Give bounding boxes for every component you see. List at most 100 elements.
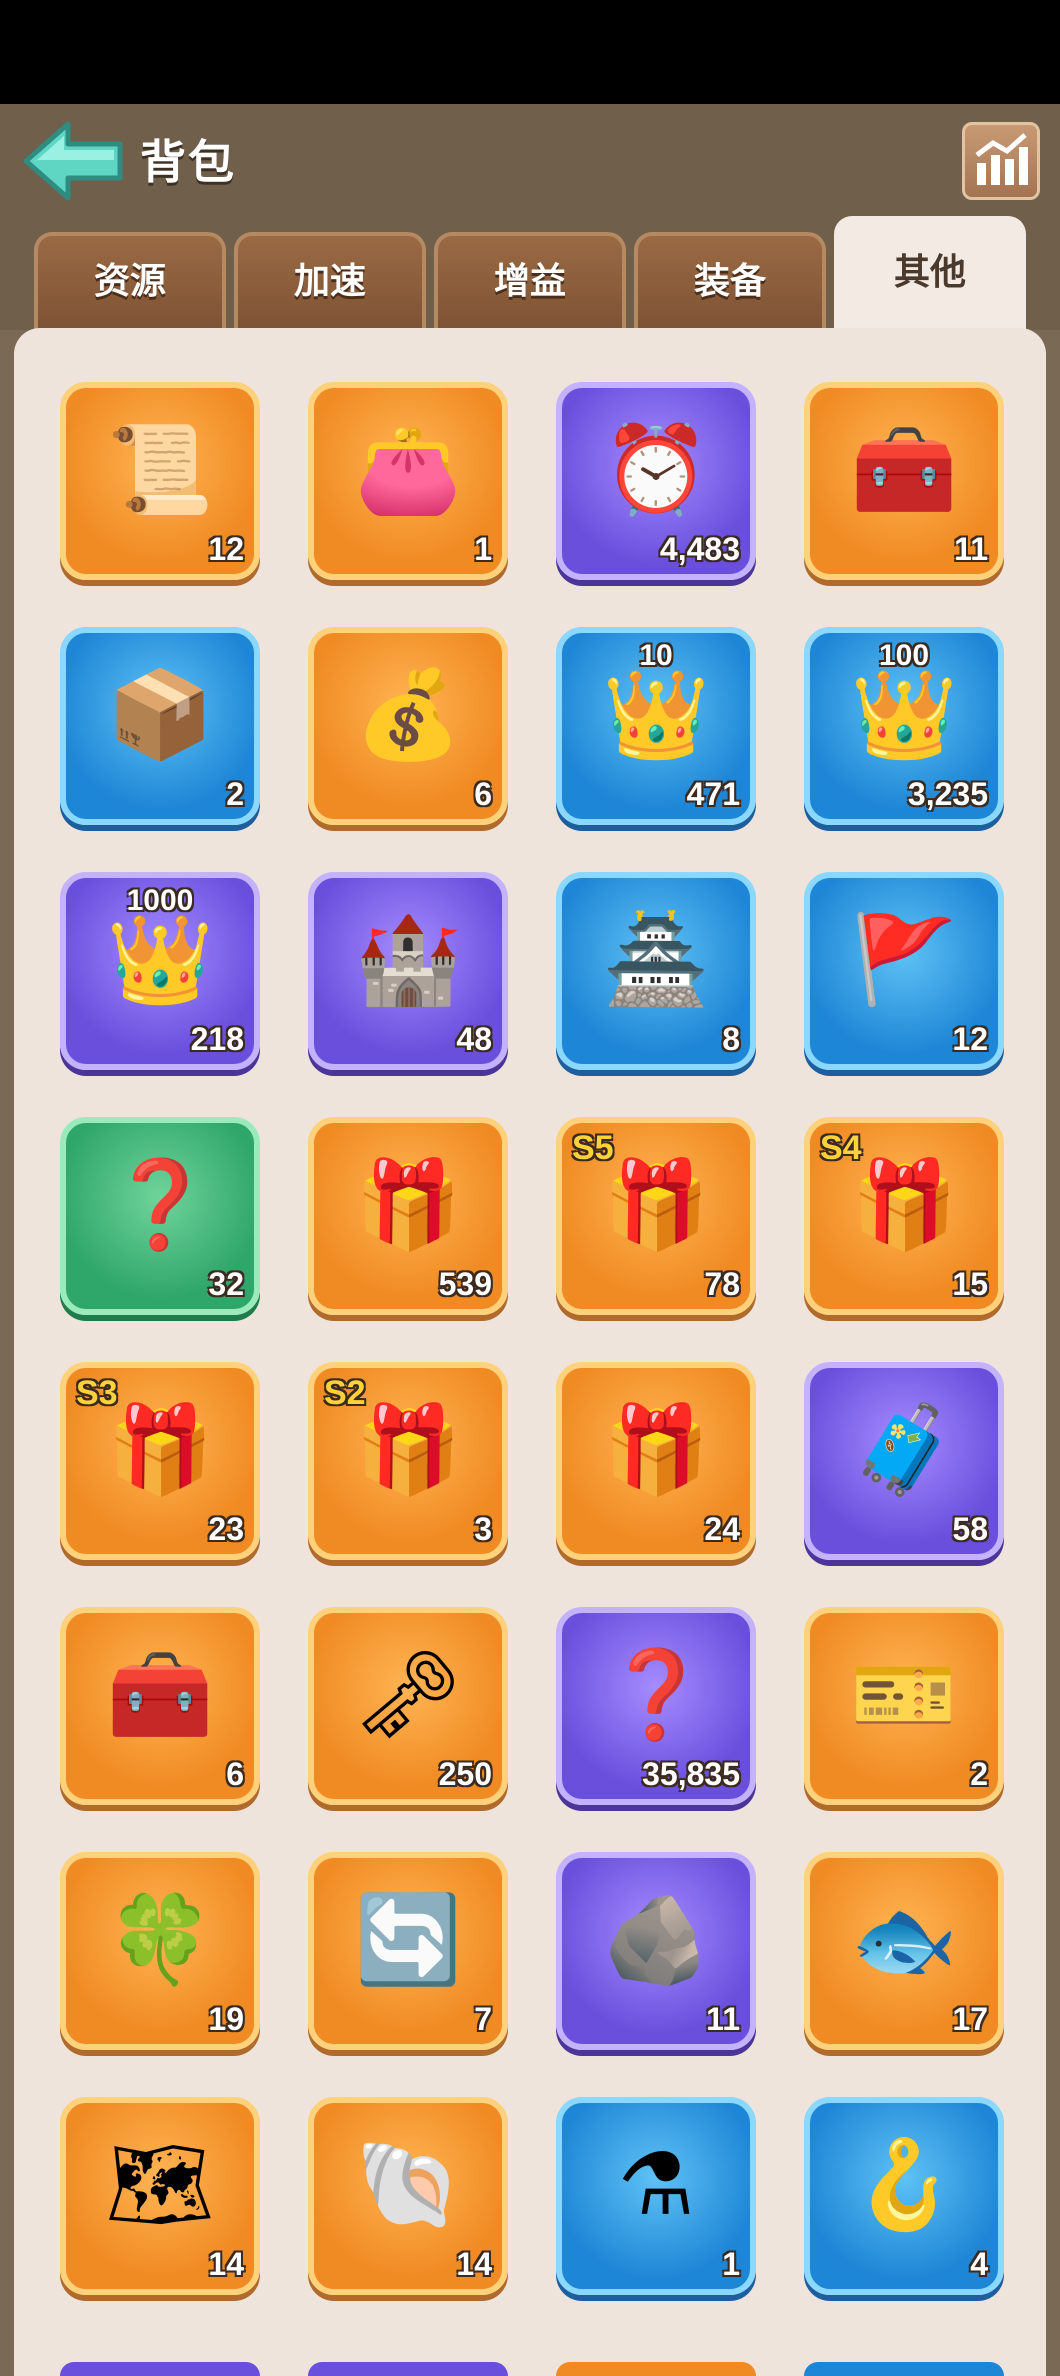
purple-ticket-icon: 🎫 bbox=[850, 1647, 958, 1743]
inventory-item[interactable]: 🎁 S4 15 bbox=[804, 1117, 1004, 1315]
mystery-medal-icon: ❓ bbox=[602, 1647, 710, 1743]
inventory-item[interactable]: 🧳 58 bbox=[804, 1362, 1004, 1560]
item-count: 6 bbox=[474, 776, 492, 812]
item-count: 14 bbox=[208, 2246, 244, 2282]
item-count: 35,835 bbox=[642, 1756, 740, 1792]
inventory-item[interactable]: 🔄 7 bbox=[308, 1852, 508, 2050]
status-bar bbox=[0, 0, 1060, 104]
castle-relocate-icon: 🏰 bbox=[354, 912, 462, 1008]
inventory-item-partial[interactable] bbox=[60, 2362, 260, 2376]
item-count: 218 bbox=[190, 1021, 244, 1057]
conch-shell-icon: 🐚 bbox=[354, 2137, 462, 2233]
inventory-item[interactable]: 👑 100 3,235 bbox=[804, 627, 1004, 825]
item-count: 17 bbox=[952, 2001, 988, 2037]
inventory-item[interactable]: 💰 6 bbox=[308, 627, 508, 825]
season-label: S5 bbox=[572, 1129, 614, 1167]
item-count: 15 bbox=[952, 1266, 988, 1302]
stats-button[interactable] bbox=[962, 122, 1040, 200]
random-teleport-icon: ❓ bbox=[106, 1157, 214, 1253]
fish-plaque-icon: 🐟 bbox=[850, 1892, 958, 1988]
item-count: 3,235 bbox=[907, 776, 988, 812]
clover-coin-icon: 🍀 bbox=[106, 1892, 214, 1988]
bar-chart-icon bbox=[975, 133, 1028, 185]
season-label: S4 bbox=[820, 1129, 862, 1167]
tab-resources[interactable]: 资源 bbox=[34, 232, 226, 332]
item-value-badge: 1000 bbox=[126, 884, 194, 917]
inventory-item[interactable]: ❓ 35,835 bbox=[556, 1607, 756, 1805]
inventory-item[interactable]: ⚗ 1 bbox=[556, 2097, 756, 2295]
inventory-item[interactable]: 🐚 14 bbox=[308, 2097, 508, 2295]
inventory-item[interactable]: 👑 1000 218 bbox=[60, 872, 260, 1070]
gold-crown-shield-icon: 👑 bbox=[850, 667, 958, 763]
inventory-item[interactable]: 🪨 11 bbox=[556, 1852, 756, 2050]
inventory-item[interactable]: 🐟 17 bbox=[804, 1852, 1004, 2050]
tab-boosts[interactable]: 增益 bbox=[434, 232, 626, 332]
inventory-item[interactable]: 🚩 12 bbox=[804, 872, 1004, 1070]
item-count: 1 bbox=[722, 2246, 740, 2282]
inventory-item[interactable]: 🎁 S2 3 bbox=[308, 1362, 508, 1560]
inventory-item[interactable]: ⏰ 4,483 bbox=[556, 382, 756, 580]
gold-crown-shield-icon: 👑 bbox=[602, 667, 710, 763]
inventory-item[interactable]: 📦 2 bbox=[60, 627, 260, 825]
inventory-item[interactable]: 🪝 4 bbox=[804, 2097, 1004, 2295]
fishing-lure-icon: 🪝 bbox=[850, 2137, 958, 2233]
gold-crown-shield-icon: 👑 bbox=[106, 912, 214, 1008]
season-label: S3 bbox=[76, 1374, 118, 1412]
tab-equipment[interactable]: 装备 bbox=[634, 232, 826, 332]
item-count: 32 bbox=[208, 1266, 244, 1302]
treasure-bags-icon: 👛 bbox=[354, 422, 462, 518]
inventory-item[interactable]: 🗺 14 bbox=[60, 2097, 260, 2295]
item-count: 78 bbox=[704, 1266, 740, 1302]
inventory-item[interactable]: 📜 12 bbox=[60, 382, 260, 580]
inventory-item[interactable]: 🧰 6 bbox=[60, 1607, 260, 1805]
item-count: 1 bbox=[474, 531, 492, 567]
inventory-item-partial[interactable] bbox=[308, 2362, 508, 2376]
item-count: 250 bbox=[438, 1756, 492, 1792]
page-title: 背包 bbox=[140, 136, 236, 188]
item-count: 12 bbox=[208, 531, 244, 567]
inventory-item[interactable]: 🎁 S3 23 bbox=[60, 1362, 260, 1560]
item-count: 2 bbox=[226, 776, 244, 812]
item-count: 8 bbox=[722, 1021, 740, 1057]
item-count: 19 bbox=[208, 2001, 244, 2037]
inventory-item-partial[interactable] bbox=[556, 2362, 756, 2376]
inventory-item[interactable]: 👑 10 471 bbox=[556, 627, 756, 825]
refresh-ticket-icon: 🔄 bbox=[354, 1892, 462, 1988]
item-count: 23 bbox=[208, 1511, 244, 1547]
item-count: 2 bbox=[970, 1756, 988, 1792]
tab-other[interactable]: 其他 bbox=[834, 216, 1026, 332]
tab-speedup[interactable]: 加速 bbox=[234, 232, 426, 332]
treasure-chest-icon: 🎁 bbox=[354, 1157, 462, 1253]
item-count: 4 bbox=[970, 2246, 988, 2282]
inventory-item[interactable]: ❓ 32 bbox=[60, 1117, 260, 1315]
inventory-item[interactable]: 🎁 539 bbox=[308, 1117, 508, 1315]
item-count: 48 bbox=[456, 1021, 492, 1057]
inventory-item[interactable]: 🗝 250 bbox=[308, 1607, 508, 1805]
item-count: 24 bbox=[704, 1511, 740, 1547]
item-count: 6 bbox=[226, 1756, 244, 1792]
red-chest-icon: 🎁 bbox=[602, 1402, 710, 1498]
inventory-item[interactable]: 🏰 48 bbox=[308, 872, 508, 1070]
item-count: 14 bbox=[456, 2246, 492, 2282]
inventory-item[interactable]: 🎁 S5 78 bbox=[556, 1117, 756, 1315]
crystal-crate-icon: 📦 bbox=[106, 667, 214, 763]
inventory-item-partial[interactable] bbox=[804, 2362, 1004, 2376]
inventory-item[interactable]: 🎫 2 bbox=[804, 1607, 1004, 1805]
inventory-item[interactable]: 🎁 24 bbox=[556, 1362, 756, 1560]
blue-pouch-icon: 💰 bbox=[354, 667, 462, 763]
inventory-item[interactable]: 🏯 8 bbox=[556, 872, 756, 1070]
red-gold-chest-icon: 🧰 bbox=[106, 1647, 214, 1743]
silver-chest-icon: 🧳 bbox=[850, 1402, 958, 1498]
inventory-item[interactable]: 🧰 11 bbox=[804, 382, 1004, 580]
inventory-item[interactable]: 👛 1 bbox=[308, 382, 508, 580]
item-count: 539 bbox=[438, 1266, 492, 1302]
inventory-item[interactable]: 🍀 19 bbox=[60, 1852, 260, 2050]
treasure-map-icon: 🗺 bbox=[105, 2137, 215, 2233]
item-count: 11 bbox=[706, 2001, 740, 2037]
speedup-clock-icon: ⏰ bbox=[602, 422, 710, 518]
season-label: S2 bbox=[324, 1374, 366, 1412]
item-count: 11 bbox=[954, 531, 988, 567]
scroll-decree-icon: 📜 bbox=[106, 422, 214, 518]
item-count: 471 bbox=[686, 776, 740, 812]
back-button[interactable] bbox=[22, 120, 124, 202]
